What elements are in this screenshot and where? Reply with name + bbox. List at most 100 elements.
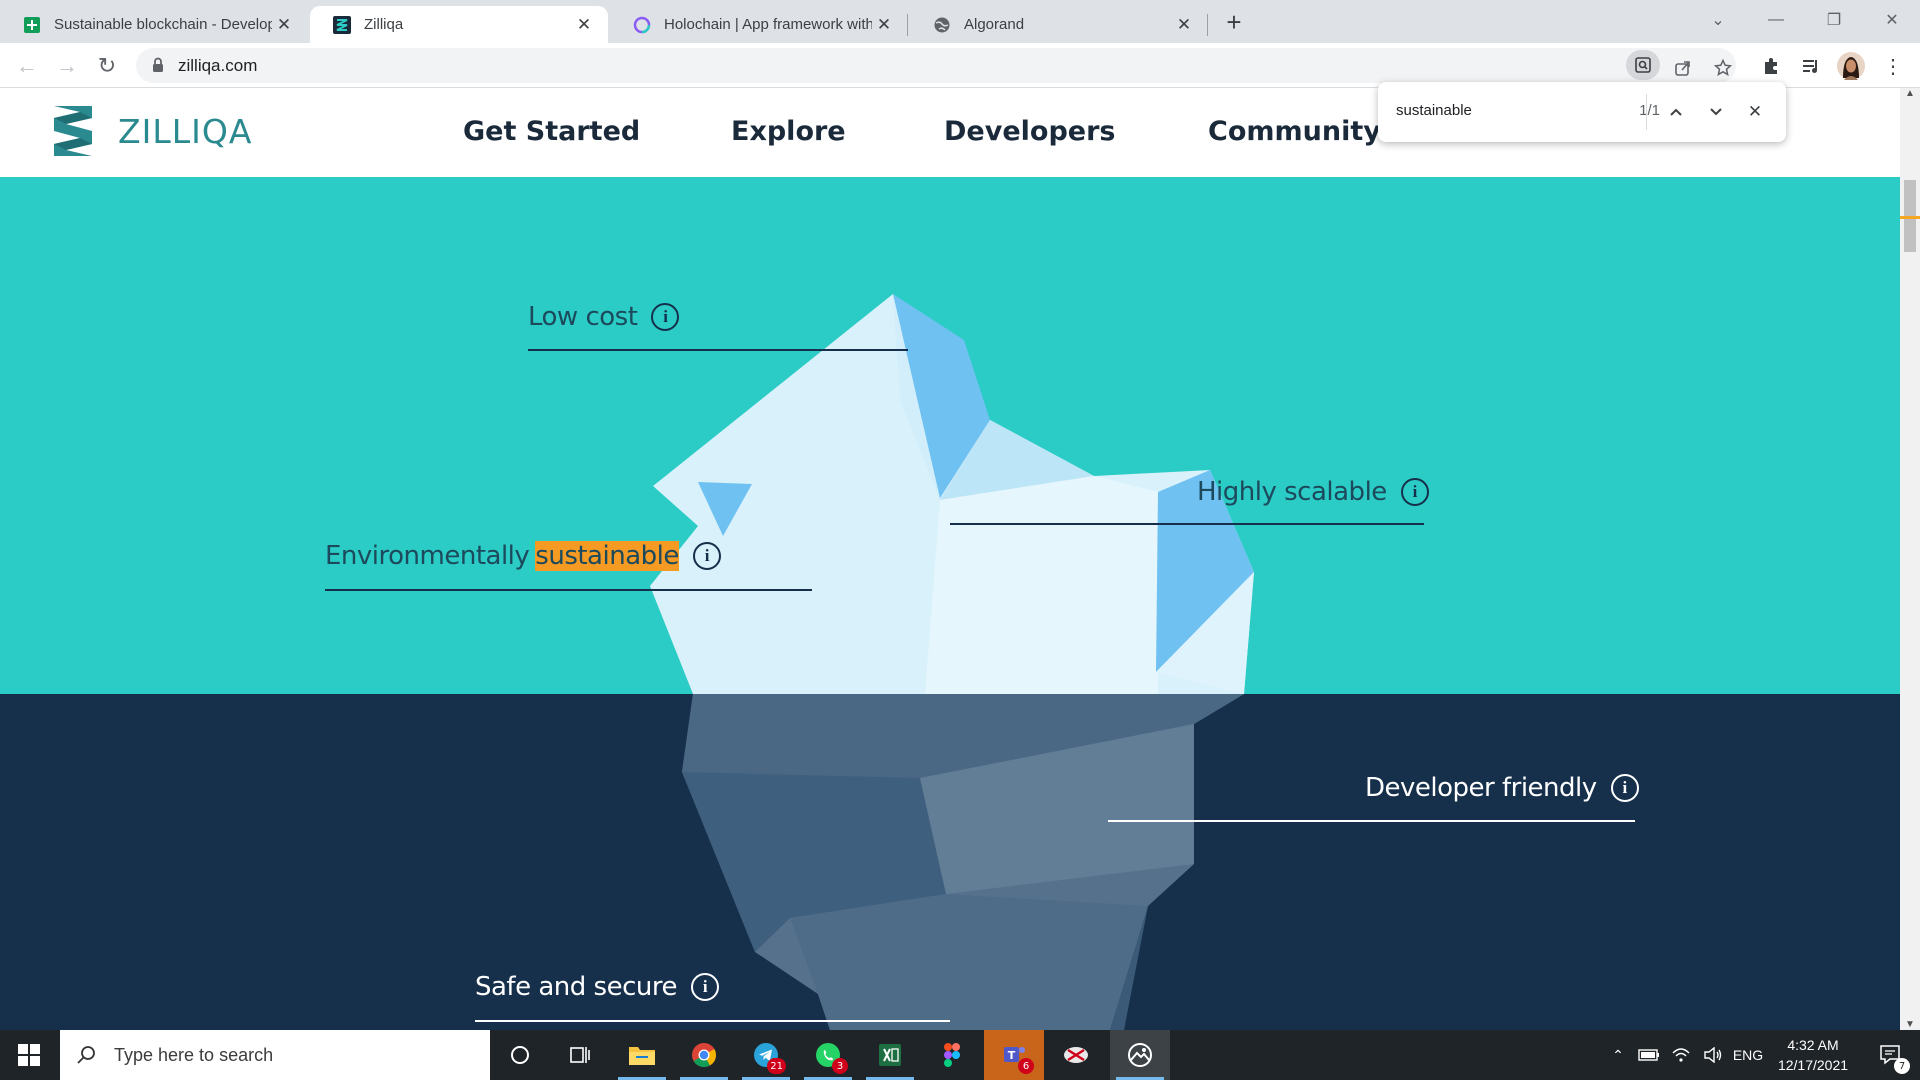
find-icon[interactable] [1626,50,1660,80]
close-tab-icon[interactable]: ✕ [872,13,896,37]
info-icon[interactable]: i [651,303,680,331]
tab-search-icon[interactable]: ⌄ [1690,0,1746,40]
media-control-icon[interactable] [1796,51,1826,81]
excel-icon[interactable] [860,1030,920,1080]
battery-icon[interactable] [1634,1030,1664,1080]
windows-taskbar: Type here to search 21 3 T 6 ⌃ ENG 4:32 … [0,1030,1920,1080]
find-bar: sustainable 1/1 ✕ [1378,82,1786,142]
info-icon[interactable]: i [1400,478,1429,506]
iceberg-illustration [650,294,1254,1030]
back-button[interactable]: ← [12,51,42,81]
file-explorer-icon[interactable] [612,1030,672,1080]
feature-label: Environmentally [325,541,530,571]
clock-time: 4:32 AM [1787,1037,1839,1053]
tab-holochain[interactable]: Holochain | App framework with ✕ [610,6,908,43]
feature-label: Developer friendly [1365,773,1597,803]
figma-icon[interactable] [922,1030,982,1080]
teams-badge: 6 [1018,1058,1034,1074]
bookmark-star-icon[interactable] [1708,53,1738,83]
feature-label: Safe and secure [475,972,677,1002]
forward-button[interactable]: → [52,51,82,81]
close-tab-icon[interactable]: ✕ [572,13,596,37]
feature-highly-scalable: Highly scalable i [1197,477,1429,507]
scroll-up-arrow[interactable]: ▲ [1905,88,1915,99]
taskbar-clock[interactable]: 4:32 AM 12/17/2021 [1768,1035,1858,1075]
tab-divider [907,14,908,36]
language-indicator[interactable]: ENG [1730,1030,1766,1080]
feature-underline [475,1020,950,1022]
find-input[interactable]: sustainable [1396,102,1472,119]
whatsapp-icon[interactable]: 3 [798,1030,858,1080]
taskbar-search[interactable]: Type here to search [60,1030,490,1080]
show-hidden-icons[interactable]: ⌃ [1606,1030,1630,1080]
chrome-icon[interactable] [674,1030,734,1080]
feature-low-cost: Low cost i [528,302,680,332]
tab-zilliqa[interactable]: Zilliqa ✕ [310,6,608,43]
find-match-count: 1/1 [1639,102,1660,119]
photos-icon[interactable] [1110,1030,1170,1080]
close-tab-icon[interactable]: ✕ [272,13,296,37]
feature-label: Highly scalable [1197,477,1387,507]
info-icon[interactable]: i [1610,774,1639,802]
tab-title: Holochain | App framework with [664,16,872,33]
feature-underline [1108,820,1635,822]
tab-sustainable-blockchain[interactable]: Sustainable blockchain - Develop ✕ [0,6,308,43]
zilliqa-icon [332,15,352,35]
find-result-marker [1900,216,1920,219]
address-bar[interactable]: zilliqa.com [136,48,1736,83]
tab-title: Algorand [964,16,1025,33]
notification-count-badge: 7 [1894,1058,1910,1074]
lock-icon[interactable] [152,57,164,78]
whatsapp-badge: 3 [832,1058,848,1074]
minimize-button[interactable]: — [1748,0,1804,40]
volume-icon[interactable] [1698,1030,1728,1080]
page-scrollbar[interactable]: ▲ ▼ [1900,88,1920,1030]
feature-underline [528,349,908,351]
tab-divider [1207,14,1208,36]
feature-underline [950,523,1424,525]
globe-icon [932,15,952,35]
telegram-badge: 21 [767,1058,786,1074]
tab-algorand[interactable]: Algorand ✕ [910,6,1208,43]
chrome-menu-icon[interactable]: ⋮ [1878,51,1908,81]
telegram-icon[interactable]: 21 [736,1030,796,1080]
feature-environmentally-sustainable: Environmentally sustainable i [325,541,721,571]
web-page: ZILLIQA Get Started Explore Developers C… [0,88,1900,1030]
taskbar-search-placeholder: Type here to search [114,1044,274,1065]
scroll-down-arrow[interactable]: ▼ [1905,1019,1915,1030]
info-icon[interactable]: i [692,542,721,570]
cortana-icon[interactable] [490,1030,550,1080]
url-text: zilliqa.com [178,56,258,75]
search-icon [77,1046,95,1064]
feature-safe-and-secure: Safe and secure i [475,972,719,1002]
avatar[interactable] [1836,51,1866,81]
reload-button[interactable]: ↻ [92,51,122,81]
sheets-icon [22,15,42,35]
windows-start-button[interactable] [0,1030,58,1080]
find-previous-button[interactable] [1661,97,1691,127]
wifi-icon[interactable] [1666,1030,1696,1080]
info-icon[interactable]: i [690,973,719,1001]
share-icon[interactable] [1668,53,1698,83]
close-tab-icon[interactable]: ✕ [1172,13,1196,37]
find-close-button[interactable]: ✕ [1740,97,1770,127]
tab-title: Zilliqa [364,16,404,33]
find-highlight: sustainable [535,541,679,571]
clock-date: 12/17/2021 [1777,1057,1849,1073]
tab-title: Sustainable blockchain - Develop [54,16,272,33]
close-window-button[interactable]: ✕ [1864,0,1920,40]
feature-developer-friendly: Developer friendly i [1365,773,1639,803]
restore-button[interactable]: ❐ [1806,0,1862,40]
notification-center-icon[interactable]: 7 [1866,1030,1916,1080]
task-view-icon[interactable] [550,1030,610,1080]
find-divider [1646,94,1647,130]
windows-logo-icon [18,1044,40,1066]
extensions-icon[interactable] [1756,51,1786,81]
holochain-icon [632,15,652,35]
svg-text:T: T [1008,1049,1016,1062]
feature-underline [325,589,812,591]
new-tab-button[interactable]: + [1220,7,1248,37]
find-next-button[interactable] [1701,97,1731,127]
snipping-tool-icon[interactable] [1046,1030,1106,1080]
teams-icon[interactable]: T 6 [984,1030,1044,1080]
